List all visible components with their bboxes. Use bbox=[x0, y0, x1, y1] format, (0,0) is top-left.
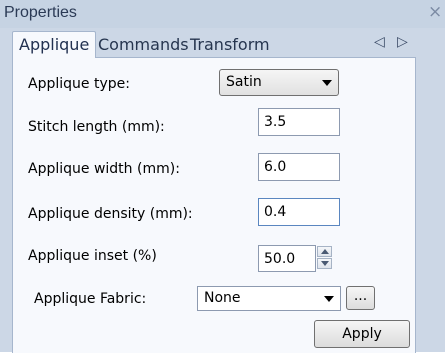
applique-fabric-value: None bbox=[204, 290, 241, 306]
browse-fabric-button[interactable]: ... bbox=[346, 286, 375, 310]
applique-type-select[interactable]: Satin bbox=[219, 69, 339, 96]
tab-scroll-right-icon[interactable]: ▷ bbox=[397, 34, 408, 50]
applique-inset-input[interactable]: 50.0 bbox=[258, 245, 316, 272]
applique-type-value: Satin bbox=[226, 74, 262, 90]
inset-increment-button[interactable] bbox=[317, 246, 332, 257]
stitch-length-label: Stitch length (mm): bbox=[28, 119, 165, 135]
tab-transform[interactable]: Transform bbox=[190, 34, 270, 56]
applique-type-label: Applique type: bbox=[28, 76, 130, 92]
tab-applique[interactable]: Applique bbox=[12, 31, 97, 58]
applique-density-input[interactable]: 0.4 bbox=[258, 198, 340, 226]
tab-commands[interactable]: Commands bbox=[98, 34, 189, 56]
chevron-down-icon bbox=[322, 80, 332, 86]
applique-inset-label: Applique inset (%) bbox=[28, 248, 157, 264]
applique-width-label: Applique width (mm): bbox=[28, 161, 180, 177]
apply-button[interactable]: Apply bbox=[314, 320, 410, 348]
applique-fabric-select[interactable]: None bbox=[197, 286, 341, 311]
applique-width-input[interactable]: 6.0 bbox=[258, 153, 340, 181]
arrow-up-icon bbox=[321, 249, 329, 254]
arrow-down-icon bbox=[321, 261, 329, 266]
close-icon[interactable]: × bbox=[428, 2, 442, 22]
applique-density-label: Applique density (mm): bbox=[28, 206, 193, 222]
applique-fabric-label: Applique Fabric: bbox=[34, 291, 147, 307]
tab-scroll-left-icon[interactable]: ◁ bbox=[374, 34, 385, 50]
stitch-length-input[interactable]: 3.5 bbox=[258, 108, 340, 136]
panel-title: Properties bbox=[4, 4, 77, 21]
chevron-down-icon bbox=[324, 296, 334, 302]
inset-decrement-button[interactable] bbox=[317, 258, 332, 269]
